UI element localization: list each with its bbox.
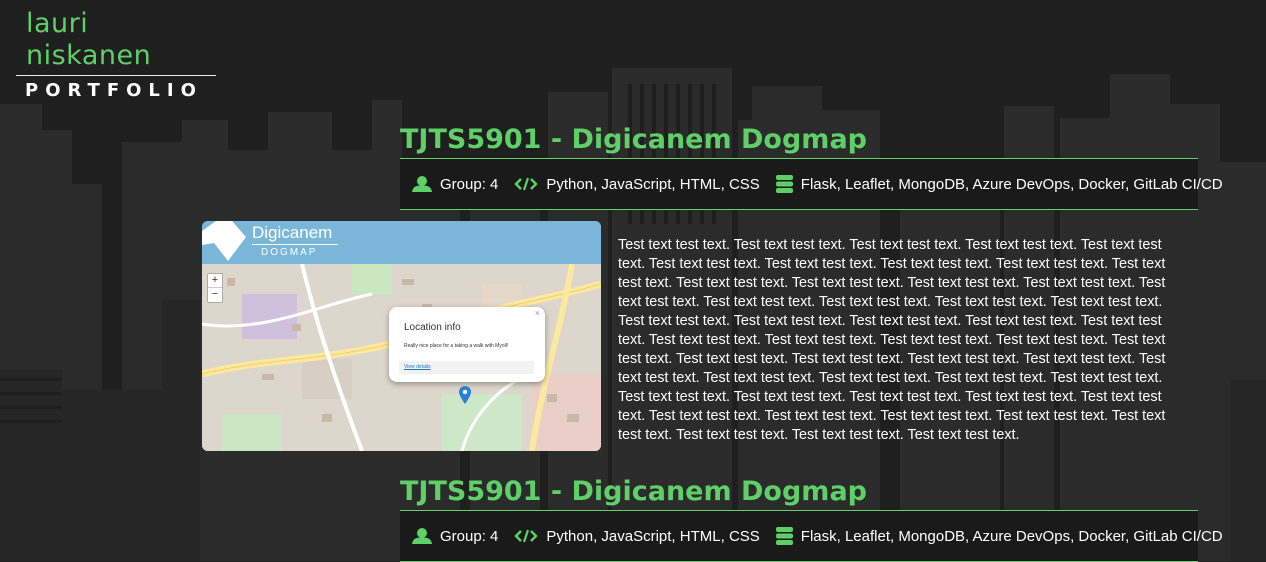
meta-languages: Python, JavaScript, HTML, CSS	[514, 175, 760, 193]
database-icon	[775, 527, 793, 545]
location-popup: × Location info Really nice place for a …	[389, 307, 545, 382]
user-icon	[412, 528, 432, 544]
map-zoom-control: + −	[207, 273, 223, 303]
meta-stack: Flask, Leaflet, MongoDB, Azure DevOps, D…	[775, 527, 1223, 545]
project-title[interactable]: TJTS5901 - Digicanem Dogmap	[400, 124, 1198, 159]
logo-divider	[16, 75, 216, 76]
code-icon	[514, 177, 539, 191]
languages-label: Python, JavaScript, HTML, CSS	[546, 175, 760, 193]
digicanem-logo-icon	[202, 221, 246, 261]
site-name: lauri niskanen	[26, 8, 152, 71]
app-brand-divider	[252, 244, 338, 245]
stack-label: Flask, Leaflet, MongoDB, Azure DevOps, D…	[800, 175, 1223, 193]
project-card: TJTS5901 - Digicanem Dogmap Group: 4 Pyt…	[400, 124, 1223, 210]
popup-text: Really nice place for a taking a walk wi…	[404, 343, 509, 349]
stack-label: Flask, Leaflet, MongoDB, Azure DevOps, D…	[800, 527, 1223, 545]
project-screenshot[interactable]: Digicanem DOGMAP + − × Location info Rea…	[202, 221, 601, 451]
map-marker-icon	[459, 386, 471, 404]
project-meta-bar: Group: 4 Python, JavaScript, HTML, CSS F…	[400, 159, 1223, 210]
zoom-out-button[interactable]: −	[208, 288, 222, 301]
app-header: Digicanem DOGMAP	[202, 221, 601, 264]
meta-group: Group: 4	[412, 528, 498, 545]
app-brand-sub: DOGMAP	[261, 247, 318, 258]
project-meta-bar: Group: 4 Python, JavaScript, HTML, CSS F…	[400, 511, 1223, 562]
group-label: Group: 4	[440, 527, 499, 545]
database-icon	[775, 175, 793, 193]
code-icon	[514, 529, 539, 543]
meta-languages: Python, JavaScript, HTML, CSS	[514, 527, 760, 545]
project-description: Test text test text. Test text test text…	[618, 237, 1166, 443]
popup-title: Location info	[404, 322, 461, 333]
user-icon	[412, 176, 432, 192]
project-card: TJTS5901 - Digicanem Dogmap Group: 4 Pyt…	[400, 476, 1223, 562]
zoom-in-button[interactable]: +	[208, 274, 222, 288]
popup-close-icon[interactable]: ×	[535, 308, 540, 318]
site-logo[interactable]: lauri niskanen PORTFOLIO	[16, 8, 216, 102]
group-label: Group: 4	[440, 175, 499, 193]
meta-stack: Flask, Leaflet, MongoDB, Azure DevOps, D…	[775, 175, 1223, 193]
site-subtitle: PORTFOLIO	[25, 80, 203, 101]
languages-label: Python, JavaScript, HTML, CSS	[546, 527, 760, 545]
meta-group: Group: 4	[412, 176, 498, 193]
popup-view-details-link[interactable]: View details	[399, 361, 534, 374]
project-title[interactable]: TJTS5901 - Digicanem Dogmap	[400, 476, 1198, 511]
app-brand: Digicanem	[252, 223, 333, 242]
